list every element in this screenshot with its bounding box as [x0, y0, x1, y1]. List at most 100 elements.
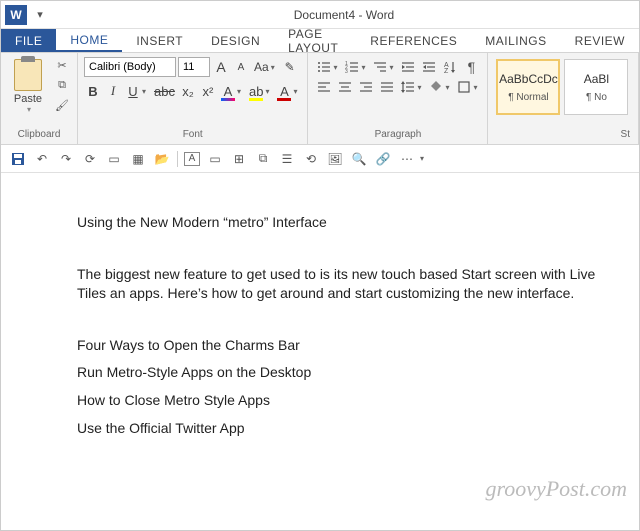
- sort-button[interactable]: AZ: [440, 57, 460, 77]
- justify-button[interactable]: [377, 77, 397, 97]
- tab-file[interactable]: FILE: [1, 29, 56, 52]
- style-name: ¶ Normal: [508, 92, 548, 103]
- superscript-button[interactable]: x²: [199, 81, 217, 101]
- align-objects-button[interactable]: ☰: [278, 150, 296, 168]
- quick-access-toolbar: ↶ ↷ ⟳ ▭ ▦ 📂 A ▭ ⊞ ⧉ ☰ ⟲ 🖼 🔍 🔗 ⋯ ▾: [1, 145, 639, 173]
- highlight-button[interactable]: ab: [247, 81, 265, 101]
- tab-design[interactable]: DESIGN: [197, 29, 274, 52]
- italic-button[interactable]: I: [104, 81, 122, 101]
- font-size-input[interactable]: [178, 57, 210, 77]
- open-button[interactable]: 📂: [153, 150, 171, 168]
- qat-customize-dropdown-icon[interactable]: ▾: [420, 154, 428, 163]
- multilevel-button[interactable]: [370, 57, 390, 77]
- rotate-button[interactable]: ⟲: [302, 150, 320, 168]
- borders-dropdown-icon[interactable]: ▾: [473, 83, 481, 92]
- spacing-dropdown-icon[interactable]: ▾: [417, 83, 425, 92]
- link-button[interactable]: 🔗: [374, 150, 392, 168]
- underline-button[interactable]: U: [124, 81, 142, 101]
- tab-mailings[interactable]: MAILINGS: [471, 29, 560, 52]
- titlebar: W ▾ Document4 - Word: [1, 1, 639, 29]
- group-clipboard: Paste ▾ ✂ ⧉ 🖌 Clipboard: [1, 53, 78, 144]
- grow-font-button[interactable]: A: [212, 57, 230, 77]
- picture-button[interactable]: 🖼: [326, 150, 344, 168]
- group-objects-button[interactable]: ⧉: [254, 150, 272, 168]
- increase-indent-button[interactable]: [419, 57, 439, 77]
- borders-button[interactable]: [454, 77, 474, 97]
- group-styles: AaBbCcDc ¶ Normal AaBl ¶ No St: [488, 53, 639, 144]
- paste-dropdown-icon[interactable]: ▾: [27, 105, 31, 114]
- textbox-a-button[interactable]: A: [184, 152, 200, 166]
- list-item: Use the Official Twitter App: [77, 419, 619, 439]
- align-center-button[interactable]: [335, 77, 355, 97]
- highlight-dropdown-icon[interactable]: ▾: [265, 87, 273, 96]
- paste-button[interactable]: Paste ▾: [7, 57, 49, 114]
- style-no-spacing[interactable]: AaBl ¶ No: [564, 59, 628, 115]
- list-item: Four Ways to Open the Charms Bar: [77, 336, 619, 356]
- shrink-font-button[interactable]: A: [232, 57, 250, 77]
- group-label-font: Font: [84, 127, 301, 142]
- numbering-dropdown-icon[interactable]: ▾: [361, 63, 369, 72]
- numbering-button[interactable]: 123: [342, 57, 362, 77]
- list-item: How to Close Metro Style Apps: [77, 391, 619, 411]
- tab-page-layout[interactable]: PAGE LAYOUT: [274, 29, 356, 52]
- group-label-clipboard: Clipboard: [7, 127, 71, 142]
- window-title: Document4 - Word: [49, 8, 639, 22]
- shading-dropdown-icon[interactable]: ▾: [445, 83, 453, 92]
- tab-insert[interactable]: INSERT: [122, 29, 197, 52]
- show-marks-button[interactable]: ¶: [461, 57, 481, 77]
- more-button[interactable]: ⋯: [398, 150, 416, 168]
- strike-button[interactable]: abc: [152, 81, 177, 101]
- decrease-indent-button[interactable]: [398, 57, 418, 77]
- titlebar-dropdown-icon[interactable]: ▾: [31, 7, 49, 23]
- cut-button[interactable]: ✂: [53, 57, 71, 73]
- change-case-button[interactable]: Aa: [252, 57, 271, 77]
- underline-dropdown-icon[interactable]: ▾: [142, 87, 150, 96]
- style-normal[interactable]: AaBbCcDc ¶ Normal: [496, 59, 560, 115]
- bold-button[interactable]: B: [84, 81, 102, 101]
- grid-button[interactable]: ⊞: [230, 150, 248, 168]
- undo-button[interactable]: ↶: [33, 150, 51, 168]
- group-label-styles: St: [494, 127, 632, 142]
- case-dropdown-icon[interactable]: ▾: [271, 63, 279, 72]
- group-label-paragraph: Paragraph: [314, 127, 481, 142]
- zoom-button[interactable]: 🔍: [350, 150, 368, 168]
- redo-button[interactable]: ↷: [57, 150, 75, 168]
- ribbon-tabs: FILE HOME INSERT DESIGN PAGE LAYOUT REFE…: [1, 29, 639, 53]
- document-area[interactable]: Using the New Modern “metro” Interface T…: [1, 173, 639, 466]
- copy-button[interactable]: ⧉: [53, 77, 71, 93]
- list-item: Run Metro-Style Apps on the Desktop: [77, 363, 619, 383]
- subscript-button[interactable]: x₂: [179, 81, 197, 101]
- effects-dropdown-icon[interactable]: ▾: [237, 87, 245, 96]
- line-spacing-button[interactable]: [398, 77, 418, 97]
- word-logo-icon: W: [5, 5, 27, 25]
- clear-formatting-button[interactable]: ✎: [281, 57, 299, 77]
- bullets-button[interactable]: [314, 57, 334, 77]
- tab-home[interactable]: HOME: [56, 29, 122, 52]
- ribbon: Paste ▾ ✂ ⧉ 🖌 Clipboard A A Aa ▾ ✎: [1, 53, 639, 145]
- watermark: groovyPost.com: [485, 476, 627, 502]
- format-painter-button[interactable]: 🖌: [53, 98, 71, 114]
- align-right-button[interactable]: [356, 77, 376, 97]
- save-button[interactable]: [9, 150, 27, 168]
- font-color-dropdown-icon[interactable]: ▾: [293, 87, 301, 96]
- style-name: ¶ No: [586, 92, 607, 103]
- shading-button[interactable]: [426, 77, 446, 97]
- align-left-button[interactable]: [314, 77, 334, 97]
- multilevel-dropdown-icon[interactable]: ▾: [389, 63, 397, 72]
- tab-references[interactable]: REFERENCES: [356, 29, 471, 52]
- paste-icon: [14, 59, 42, 91]
- highlight-qat-button[interactable]: ▭: [206, 150, 224, 168]
- font-color-button[interactable]: A: [275, 81, 293, 101]
- doc-body: The biggest new feature to get used to i…: [77, 265, 619, 304]
- style-preview: AaBl: [584, 72, 609, 86]
- font-name-input[interactable]: [84, 57, 176, 77]
- bullets-dropdown-icon[interactable]: ▾: [333, 63, 341, 72]
- new-button[interactable]: ▭: [105, 150, 123, 168]
- text-effects-button[interactable]: A: [219, 81, 237, 101]
- group-font: A A Aa ▾ ✎ B I U ▾ abc x₂ x² A ▾ ab ▾ A …: [78, 53, 308, 144]
- group-paragraph: ▾ 123 ▾ ▾ AZ ¶ ▾ ▾ ▾: [308, 53, 488, 144]
- repeat-button[interactable]: ⟳: [81, 150, 99, 168]
- tab-review[interactable]: REVIEW: [561, 29, 639, 52]
- svg-text:3: 3: [345, 69, 348, 74]
- table-button[interactable]: ▦: [129, 150, 147, 168]
